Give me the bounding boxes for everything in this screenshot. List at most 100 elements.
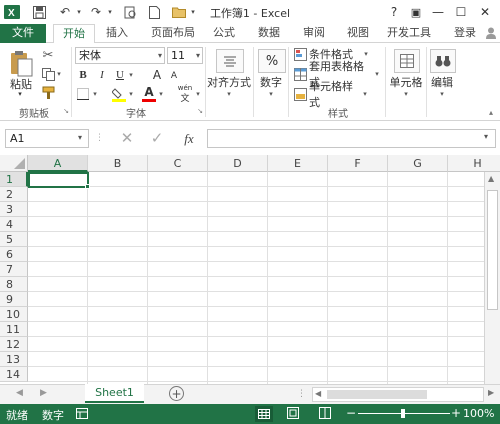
row-header-5[interactable]: 5 [0, 232, 28, 247]
alignment-icon[interactable] [216, 49, 244, 73]
conditional-formatting-icon[interactable] [293, 47, 307, 61]
cell-styles-dropdown-icon[interactable]: ▾ [361, 87, 369, 101]
grow-font-button[interactable]: A [150, 67, 164, 83]
column-header-d[interactable]: D [208, 155, 268, 172]
bold-button[interactable]: B [76, 67, 90, 83]
copy-dropdown-icon[interactable]: ▾ [55, 66, 63, 82]
insert-function-button[interactable]: fx [177, 129, 201, 148]
font-color-button[interactable]: A [142, 85, 156, 99]
row-header-9[interactable]: 9 [0, 292, 28, 307]
format-as-table-dropdown-icon[interactable]: ▾ [373, 67, 381, 81]
maximize-button[interactable]: ☐ [451, 2, 471, 22]
zoom-in-button[interactable]: + [451, 406, 461, 420]
row-header-2[interactable]: 2 [0, 187, 28, 202]
fill-color-icon[interactable] [111, 86, 127, 102]
scroll-left-icon[interactable]: ◀ [315, 389, 321, 398]
font-size-combo[interactable]: 11 ▾ [167, 47, 203, 64]
page-layout-view-icon[interactable] [287, 407, 301, 421]
page-break-preview-icon[interactable] [319, 407, 333, 421]
row-header-13[interactable]: 13 [0, 352, 28, 367]
user-icon[interactable] [484, 24, 498, 43]
ribbon-display-options-button[interactable]: ▣ [406, 2, 426, 22]
number-dropdown-icon[interactable]: ▾ [266, 89, 276, 99]
help-button[interactable]: ? [384, 2, 404, 22]
expand-formula-bar-icon[interactable]: ▾ [484, 132, 488, 141]
underline-button[interactable]: U [113, 67, 127, 83]
shrink-font-button[interactable]: A [168, 69, 180, 83]
name-box[interactable]: A1 ▾ [5, 129, 89, 148]
row-header-1[interactable]: 1 [0, 172, 28, 187]
sheet-tab-sheet1[interactable]: Sheet1 [85, 384, 144, 403]
editing-button[interactable]: 编辑 [428, 75, 456, 89]
vertical-scroll-thumb[interactable] [487, 190, 498, 310]
column-header-c[interactable]: C [148, 155, 208, 172]
normal-view-icon[interactable] [255, 406, 273, 422]
clipboard-dialog-launcher-icon[interactable]: ↘ [62, 107, 70, 115]
zoom-out-button[interactable]: − [346, 406, 356, 420]
column-header-b[interactable]: B [88, 155, 148, 172]
cell-styles-button[interactable]: 单元格样式 [309, 80, 361, 109]
tab-review[interactable]: 审阅 [297, 24, 331, 43]
font-color-dropdown-icon[interactable]: ▾ [157, 87, 165, 101]
zoom-slider-thumb[interactable] [401, 409, 405, 418]
cut-icon[interactable]: ✂ [40, 47, 56, 63]
formula-input[interactable]: ▾ [207, 129, 496, 148]
horizontal-scroll-thumb[interactable] [327, 390, 427, 399]
sign-in-link[interactable]: 登录 [448, 24, 482, 43]
next-sheet-icon[interactable]: ▶ [40, 388, 47, 398]
cancel-entry-button[interactable]: ✕ [117, 129, 137, 148]
alignment-dropdown-icon[interactable]: ▾ [224, 89, 234, 99]
minimize-button[interactable]: — [428, 2, 448, 22]
format-as-table-icon[interactable] [293, 67, 307, 81]
macro-record-icon[interactable] [76, 408, 88, 419]
number-format-icon[interactable]: % [258, 49, 286, 73]
cells-icon[interactable] [394, 49, 420, 73]
scroll-right-icon[interactable]: ▶ [488, 388, 494, 397]
borders-dropdown-icon[interactable]: ▾ [91, 87, 99, 101]
new-sheet-button[interactable]: + [169, 386, 184, 401]
tab-formulas[interactable]: 公式 [207, 24, 241, 43]
editing-dropdown-icon[interactable]: ▾ [437, 89, 447, 99]
phonetic-dropdown-icon[interactable]: ▾ [194, 87, 202, 101]
row-header-14[interactable]: 14 [0, 367, 28, 382]
row-header-3[interactable]: 3 [0, 202, 28, 217]
row-header-7[interactable]: 7 [0, 262, 28, 277]
binoculars-icon[interactable] [430, 49, 456, 73]
row-header-10[interactable]: 10 [0, 307, 28, 322]
font-dialog-launcher-icon[interactable]: ↘ [196, 107, 204, 115]
row-header-8[interactable]: 8 [0, 277, 28, 292]
format-painter-icon[interactable] [40, 85, 56, 101]
enter-entry-button[interactable]: ✓ [147, 129, 167, 148]
copy-icon[interactable] [40, 66, 56, 82]
paste-button[interactable]: 粘贴 [6, 77, 36, 91]
zoom-level[interactable]: 100% [463, 407, 494, 420]
tab-page-layout[interactable]: 页面布局 [145, 24, 201, 43]
row-header-6[interactable]: 6 [0, 247, 28, 262]
horizontal-scrollbar[interactable]: ◀ [312, 387, 484, 402]
paste-icon[interactable] [7, 48, 35, 78]
active-cell[interactable] [28, 172, 89, 188]
tab-data[interactable]: 数据 [252, 24, 286, 43]
column-header-e[interactable]: E [268, 155, 328, 172]
vertical-scrollbar[interactable]: ▲ [484, 172, 500, 384]
select-all-button[interactable] [0, 155, 28, 172]
fill-handle[interactable] [85, 184, 90, 189]
fill-color-dropdown-icon[interactable]: ▾ [127, 87, 135, 101]
scroll-up-icon[interactable]: ▲ [488, 174, 494, 183]
collapse-ribbon-icon[interactable]: ▴ [486, 107, 496, 117]
column-header-h[interactable]: H [448, 155, 500, 172]
worksheet-grid[interactable]: ABCDEFGH 1 2 3 4 5 6 7 8 9 10 11 12 13 14 ▲ [0, 155, 500, 384]
row-header-12[interactable]: 12 [0, 337, 28, 352]
font-name-combo[interactable]: 宋体 ▾ [75, 47, 165, 64]
column-header-g[interactable]: G [388, 155, 448, 172]
paste-dropdown-icon[interactable]: ▾ [15, 90, 25, 98]
tab-developer[interactable]: 开发工具 [384, 24, 434, 43]
tab-view[interactable]: 视图 [341, 24, 375, 43]
column-header-f[interactable]: F [328, 155, 388, 172]
close-button[interactable]: ✕ [475, 2, 495, 22]
row-header-11[interactable]: 11 [0, 322, 28, 337]
italic-button[interactable]: I [95, 67, 109, 83]
column-header-a[interactable]: A [28, 155, 88, 172]
previous-sheet-icon[interactable]: ◀ [16, 388, 23, 398]
alignment-button[interactable]: 对齐方式 [206, 75, 252, 89]
